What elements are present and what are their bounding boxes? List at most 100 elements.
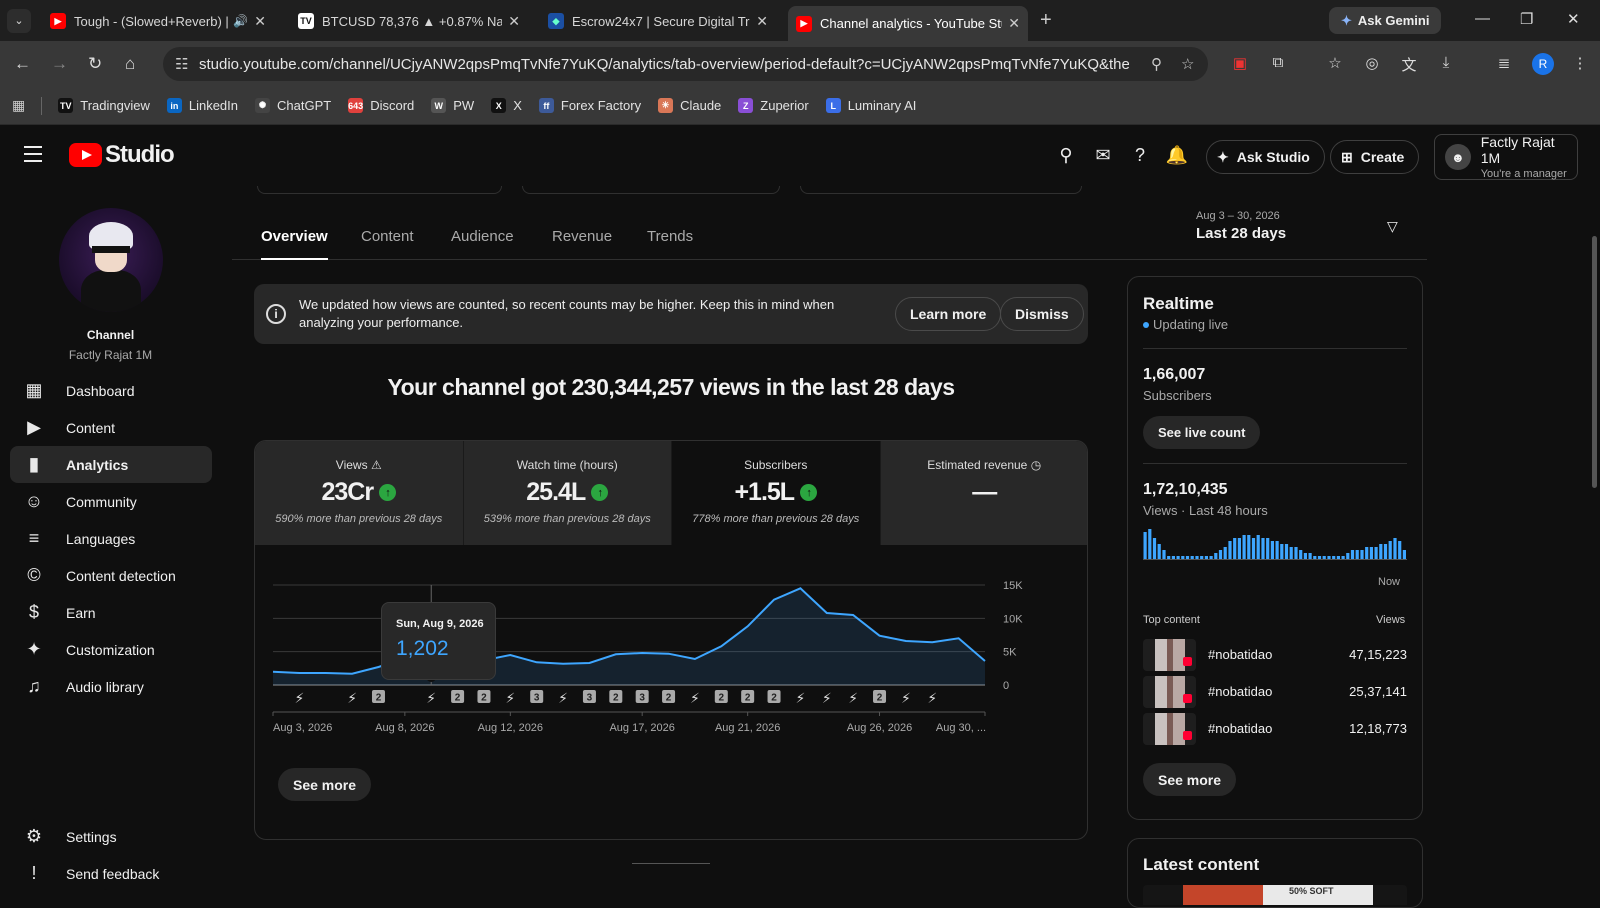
top-content-row[interactable]: #nobatidao 47,15,223 <box>1143 639 1407 671</box>
close-tab-icon[interactable]: ✕ <box>508 13 520 30</box>
window-close-icon[interactable]: ✕ <box>1567 10 1580 28</box>
search-icon[interactable]: ⚲ <box>1053 142 1079 168</box>
account-switcher[interactable]: ☻ Factly Rajat 1M You're a manager <box>1434 134 1578 180</box>
dashboard-icon: ▦ <box>25 380 43 400</box>
close-tab-icon[interactable]: ✕ <box>1008 15 1020 32</box>
screenshot-icon[interactable]: ◎ <box>1362 54 1382 74</box>
sidebar-item-content[interactable]: ▶ Content <box>10 409 212 446</box>
top-content-row[interactable]: #nobatidao 12,18,773 <box>1143 713 1407 745</box>
realtime-bar <box>1233 538 1237 559</box>
apps-grid-icon[interactable]: ▦ <box>12 97 25 114</box>
views-chart[interactable]: 15K 10K 5K 0 ⚡ ⚡ 2 ⚡ 2 2 ⚡ 3 ⚡ 3 2 3 2 ⚡ 2 2 2 ⚡ ⚡ ⚡ 2 ⚡ ⚡ Aug 3, 2… <box>255 545 1088 755</box>
bookmark-tradingview[interactable]: TV Tradingview <box>58 98 150 113</box>
notifications-bell-icon[interactable]: 🔔 <box>1164 142 1190 168</box>
realtime-see-more-button[interactable]: See more <box>1143 763 1237 796</box>
bookmark-discord[interactable]: 643 Discord <box>348 98 414 113</box>
learn-more-button[interactable]: Learn more <box>895 297 1002 331</box>
realtime-bar <box>1214 553 1218 559</box>
feedback-chat-icon[interactable]: ✉ <box>1090 142 1116 168</box>
extension-red-icon[interactable]: ▣ <box>1230 54 1250 74</box>
sidebar-item-dashboard[interactable]: ▦ Dashboard <box>10 372 212 409</box>
close-tab-icon[interactable]: ✕ <box>254 13 266 30</box>
sidebar-item-audio-library[interactable]: ♫ Audio library <box>10 668 212 705</box>
zoom-icon[interactable]: ⚲ <box>1151 55 1162 73</box>
bookmark-chatgpt[interactable]: ✺ ChatGPT <box>255 98 331 113</box>
translate-icon[interactable]: 文 <box>1399 54 1419 74</box>
realtime-bar-chart[interactable] <box>1143 525 1407 561</box>
realtime-bar <box>1369 547 1373 559</box>
tab-revenue[interactable]: Revenue <box>552 228 612 245</box>
bookmark-pw[interactable]: W PW <box>431 98 474 113</box>
realtime-bar <box>1388 541 1392 559</box>
sidebar-item-send-feedback[interactable]: ! Send feedback <box>10 855 212 892</box>
help-icon[interactable]: ? <box>1127 142 1153 168</box>
new-tab-icon[interactable]: + <box>1040 9 1052 32</box>
bookmark-favicon-icon: Z <box>738 98 754 113</box>
see-live-count-button[interactable]: See live count <box>1143 416 1261 449</box>
site-settings-icon[interactable]: ☷ <box>175 55 188 73</box>
sidebar-item-community[interactable]: ☺ Community <box>10 483 212 520</box>
bookmark-claude[interactable]: ✳ Claude <box>658 98 721 113</box>
video-thumbnail <box>1143 676 1196 708</box>
metric-subscribers[interactable]: Subscribers +1.5L ↑ 778% more than previo… <box>672 441 881 545</box>
tab-search-dropdown[interactable]: ⌄ <box>7 8 31 33</box>
bookmark-favicon-icon: ff <box>538 98 554 113</box>
ask-gemini-button[interactable]: ✦ Ask Gemini <box>1329 7 1442 34</box>
browser-tab[interactable]: ▶ Tough - (Slowed+Reverb) | 🔊 ✕ <box>42 6 274 36</box>
bookmark-zuperior[interactable]: Z Zuperior <box>738 98 809 113</box>
sidebar-item-analytics[interactable]: ▮ Analytics <box>10 446 212 483</box>
create-button[interactable]: ⊞ Create <box>1330 140 1420 174</box>
browser-tab[interactable]: TV BTCUSD 78,376 ▲ +0.87% Nap ✕ <box>290 6 528 36</box>
dismiss-button[interactable]: Dismiss <box>1000 297 1084 331</box>
address-bar[interactable]: ☷ studio.youtube.com/channel/UCjyANW2qps… <box>163 47 1208 81</box>
media-control-icon[interactable]: ≣ <box>1494 54 1514 74</box>
home-icon[interactable]: ⌂ <box>125 54 135 74</box>
sidebar-item-customization[interactable]: ✦ Customization <box>10 631 212 668</box>
tab-content[interactable]: Content <box>361 228 414 245</box>
chevron-down-icon[interactable]: ▽ <box>1387 218 1398 235</box>
sidebar-item-settings[interactable]: ⚙ Settings <box>10 818 212 855</box>
latest-video-thumbnail[interactable]: 50% SOFT <box>1143 885 1407 905</box>
bookmarks-star-icon[interactable]: ☆ <box>1325 54 1345 74</box>
minimize-icon[interactable]: — <box>1475 10 1490 27</box>
bookmark-linkedin[interactable]: in LinkedIn <box>166 98 238 113</box>
reload-icon[interactable]: ↻ <box>88 54 102 74</box>
sidebar-item-earn[interactable]: $ Earn <box>10 594 212 631</box>
profile-avatar[interactable]: R <box>1532 53 1554 75</box>
realtime-bar <box>1181 556 1185 559</box>
browser-toolbar: ← → ↻ ⌂ ☷ studio.youtube.com/channel/UCj… <box>0 41 1600 87</box>
shorts-marker-icon: ⚡ <box>927 691 937 707</box>
top-content-row[interactable]: #nobatidao 25,37,141 <box>1143 676 1407 708</box>
back-icon[interactable]: ← <box>14 54 31 74</box>
bookmark-forex-factory[interactable]: ff Forex Factory <box>538 98 641 113</box>
close-tab-icon[interactable]: ✕ <box>756 13 768 30</box>
bookmark-star-icon[interactable]: ☆ <box>1181 55 1194 73</box>
metric-views[interactable]: Views ⚠ 23Cr ↑ 590% more than previous 28… <box>255 441 464 545</box>
restore-icon[interactable]: ❐ <box>1520 10 1533 28</box>
sidebar-item-content-detection[interactable]: © Content detection <box>10 557 212 594</box>
ask-studio-button[interactable]: ✦ Ask Studio <box>1206 140 1325 174</box>
browser-tab-active[interactable]: ▶ Channel analytics - YouTube Stu ✕ <box>788 6 1028 41</box>
tab-trends[interactable]: Trends <box>647 228 693 245</box>
overview-chart-card: Views ⚠ 23Cr ↑ 590% more than previous 28… <box>254 440 1088 840</box>
bookmark-luminary-ai[interactable]: L Luminary AI <box>825 98 916 113</box>
metric-estimated-revenue[interactable]: Estimated revenue ◷ — <box>880 441 1087 545</box>
sidebar-item-languages[interactable]: ≡ Languages <box>10 520 212 557</box>
extensions-icon[interactable]: ⧉ <box>1268 54 1288 74</box>
menu-icon[interactable] <box>24 146 42 167</box>
page-scrollbar[interactable] <box>1592 236 1597 488</box>
period-selector[interactable]: Aug 3 – 30, 2026 Last 28 days <box>1196 210 1286 242</box>
tab-audience[interactable]: Audience <box>451 228 514 245</box>
download-icon[interactable]: ⤓ <box>1436 54 1456 74</box>
channel-avatar[interactable] <box>59 208 163 312</box>
tab-overview[interactable]: Overview <box>261 228 328 260</box>
speaker-icon[interactable]: 🔊 <box>233 14 248 28</box>
bookmark-x[interactable]: XX <box>491 98 522 113</box>
see-more-button[interactable]: See more <box>278 768 372 801</box>
browser-tab[interactable]: ◆ Escrow24x7 | Secure Digital Tra ✕ <box>540 6 776 36</box>
youtube-studio-logo[interactable]: Studio <box>69 141 175 169</box>
bookmark-favicon-icon: X <box>491 98 507 113</box>
forward-icon[interactable]: → <box>51 54 68 74</box>
browser-menu-icon[interactable]: ⋮ <box>1570 54 1590 74</box>
metric-watch-time[interactable]: Watch time (hours) 25.4L ↑ 539% more than… <box>463 441 672 545</box>
